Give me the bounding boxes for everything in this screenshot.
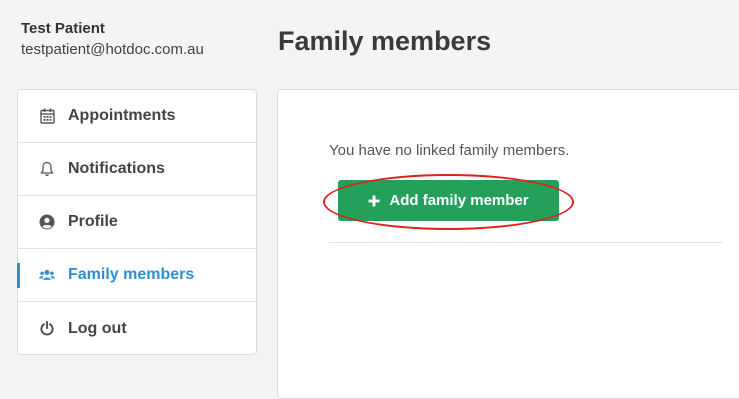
bell-icon [39, 161, 55, 177]
page-title: Family members [278, 26, 492, 56]
user-info: Test Patient testpatient@hotdoc.com.au [21, 19, 204, 60]
add-family-member-button[interactable]: Add family member [338, 180, 559, 221]
sidebar-nav: Appointments Notifications Profile Famil… [17, 89, 257, 355]
sidebar-item-label: Notifications [68, 160, 165, 177]
sidebar-item-label: Profile [68, 213, 118, 230]
calendar-icon [39, 108, 55, 124]
sidebar-item-notifications[interactable]: Notifications [18, 143, 256, 196]
sidebar-item-log-out[interactable]: Log out [18, 302, 256, 355]
users-icon [39, 267, 55, 283]
sidebar-item-appointments[interactable]: Appointments [18, 90, 256, 143]
sidebar-item-label: Log out [68, 319, 127, 337]
sidebar-item-family-members[interactable]: Family members [17, 249, 256, 302]
power-icon [39, 321, 55, 337]
sidebar-item-label: Family members [68, 266, 195, 283]
sidebar-item-profile[interactable]: Profile [18, 196, 256, 249]
user-circle-icon [39, 214, 55, 230]
plus-icon [368, 195, 380, 207]
user-name: Test Patient [21, 20, 105, 37]
sidebar-item-label: Appointments [68, 107, 176, 124]
family-members-panel: You have no linked family members. Add f… [277, 89, 739, 399]
empty-state-message: You have no linked family members. [329, 142, 570, 159]
divider [329, 242, 722, 243]
user-email: testpatient@hotdoc.com.au [21, 41, 204, 58]
add-family-member-label: Add family member [389, 192, 529, 209]
